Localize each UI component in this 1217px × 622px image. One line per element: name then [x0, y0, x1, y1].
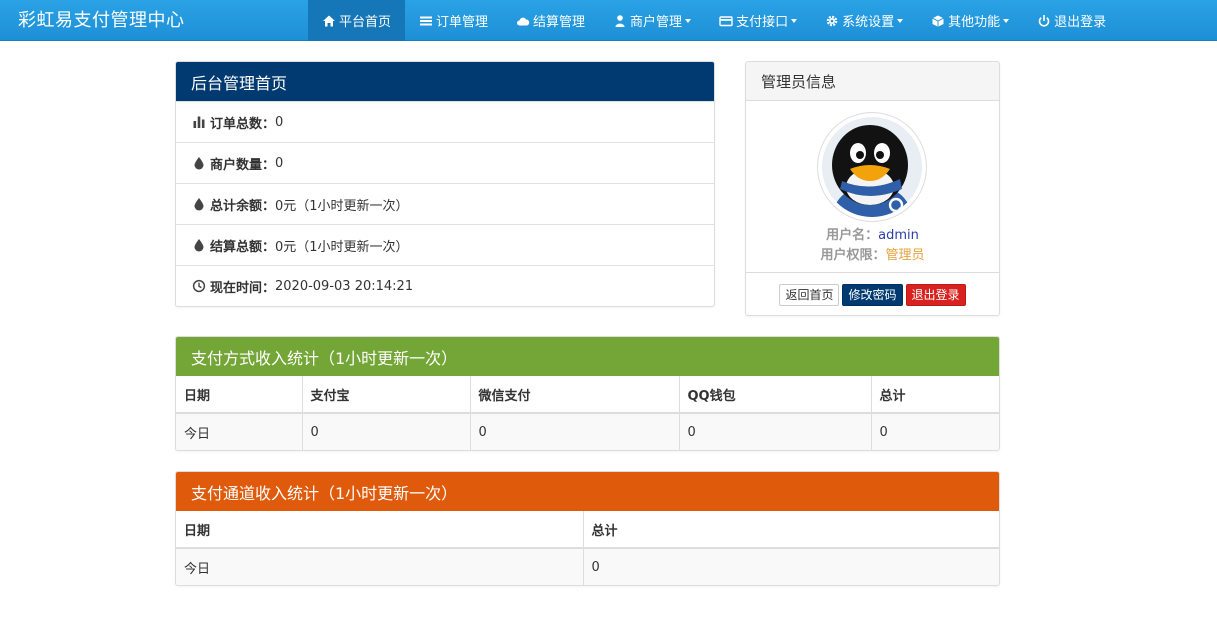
list-icon [420, 16, 433, 25]
list-item-value: 0 [275, 114, 284, 130]
change-password-button[interactable]: 修改密码 [842, 283, 903, 306]
credit-card-icon [719, 15, 733, 26]
cloud-icon [517, 17, 530, 25]
list-item-value: 2020-09-03 20:14:21 [275, 278, 414, 294]
caret-down-icon [897, 18, 904, 23]
nav-item-label: 其他功能 [948, 15, 1001, 30]
nav-item-label: 商户管理 [630, 15, 683, 30]
drop-icon [194, 239, 204, 252]
admin-panel: 管理员信息 用户名：admin 用户权限：管理员 返回首页 修改密码 退出登录 [745, 61, 1000, 316]
payment-stats-table: 日期 支付宝 微信支付 QQ钱包 总计 今日 0 0 0 0 [176, 376, 999, 450]
channel-stats-panel: 支付通道收入统计（1小时更新一次） 日期 总计 今日 0 [175, 471, 1000, 586]
list-item-value: 0元（1小时更新一次） [275, 198, 409, 214]
list-item-current-time: 现在时间： 2020-09-03 20:14:21 [176, 265, 714, 306]
payment-stats-panel: 支付方式收入统计（1小时更新一次） 日期 支付宝 微信支付 QQ钱包 总计 今日… [175, 336, 1000, 451]
list-item-total-balance: 总计余额： 0元（1小时更新一次） [176, 183, 714, 224]
home-button[interactable]: 返回首页 [779, 283, 840, 306]
table-row: 今日 0 0 0 0 [176, 413, 999, 450]
caret-down-icon [791, 18, 798, 23]
column-header: QQ钱包 [679, 376, 872, 414]
home-panel-title: 后台管理首页 [176, 62, 714, 101]
table-cell: 0 [679, 413, 872, 450]
nav-item-other[interactable]: 其他功能 [917, 0, 1023, 41]
drop-icon [194, 198, 204, 211]
stats-icon [193, 116, 205, 128]
username-label: 用户名： [826, 228, 879, 243]
nav-item-logout[interactable]: 退出登录 [1023, 0, 1120, 41]
table-cell: 0 [302, 413, 471, 450]
list-item-label: 现在时间： [210, 280, 276, 296]
clock-icon [192, 279, 206, 293]
list-item-value: 0 [275, 155, 284, 171]
column-header: 日期 [176, 511, 584, 549]
nav-item-settlement[interactable]: 结算管理 [502, 0, 599, 41]
nav-item-label: 支付接口 [736, 15, 789, 30]
user-icon [615, 14, 625, 27]
table-cell: 0 [470, 413, 680, 450]
table-row: 今日 0 [176, 548, 999, 585]
username-value: admin [878, 228, 919, 243]
brand-title[interactable]: 彩虹易支付管理中心 [18, 6, 185, 32]
nav-item-settings[interactable]: 系统设置 [811, 0, 917, 41]
role-value: 管理员 [885, 248, 925, 263]
column-header: 日期 [176, 376, 303, 414]
home-icon [323, 15, 335, 26]
column-header: 微信支付 [470, 376, 680, 414]
list-item-value: 0元（1小时更新一次） [275, 239, 409, 255]
list-item-label: 总计余额： [210, 198, 276, 214]
nav-item-label: 系统设置 [842, 15, 895, 30]
table-header-row: 日期 总计 [176, 511, 999, 549]
caret-down-icon [1003, 18, 1010, 23]
logout-button[interactable]: 退出登录 [905, 283, 966, 306]
cog-icon [826, 15, 838, 26]
payment-stats-title: 支付方式收入统计（1小时更新一次） [176, 337, 999, 376]
column-header: 支付宝 [302, 376, 471, 414]
nav-item-payment-api[interactable]: 支付接口 [705, 0, 811, 41]
table-cell: 今日 [176, 413, 303, 450]
list-item-settlement-total: 结算总额： 0元（1小时更新一次） [176, 224, 714, 265]
drop-icon [194, 157, 204, 170]
nav-item-orders[interactable]: 订单管理 [405, 0, 502, 41]
cube-icon [932, 15, 944, 27]
nav-item-label: 平台首页 [339, 15, 392, 30]
caret-down-icon [685, 18, 692, 23]
list-item-order-count: 订单总数： 0 [176, 101, 714, 142]
role-label: 用户权限： [820, 248, 886, 263]
channel-stats-table: 日期 总计 今日 0 [176, 511, 999, 585]
list-item-merchant-count: 商户数量： 0 [176, 142, 714, 183]
table-cell: 今日 [176, 548, 584, 585]
avatar [817, 112, 927, 222]
admin-actions: 返回首页 修改密码 退出登录 [746, 272, 999, 315]
table-cell: 0 [871, 413, 999, 450]
table-cell: 0 [583, 548, 999, 585]
column-header: 总计 [583, 511, 999, 549]
nav-item-merchants[interactable]: 商户管理 [599, 0, 705, 41]
navbar: 彩虹易支付管理中心 平台首页 订单管理 结算管理 商户管理 支付接口 系统设置 [0, 0, 1217, 41]
list-item-label: 结算总额： [210, 239, 276, 255]
nav-item-home[interactable]: 平台首页 [308, 0, 406, 41]
nav-item-label: 结算管理 [533, 15, 586, 30]
admin-panel-title: 管理员信息 [746, 62, 999, 101]
admin-username-line: 用户名：admin [746, 224, 999, 243]
list-item-label: 商户数量： [210, 157, 276, 173]
penguin-avatar-icon [822, 117, 922, 217]
nav-menu: 平台首页 订单管理 结算管理 商户管理 支付接口 系统设置 其他功能 退出登录 [308, 0, 1120, 41]
nav-item-label: 订单管理 [436, 15, 489, 30]
channel-stats-title: 支付通道收入统计（1小时更新一次） [176, 472, 999, 511]
nav-item-label: 退出登录 [1054, 15, 1107, 30]
power-icon [1038, 14, 1050, 27]
column-header: 总计 [871, 376, 999, 414]
table-header-row: 日期 支付宝 微信支付 QQ钱包 总计 [176, 376, 999, 414]
home-panel: 后台管理首页 订单总数： 0 商户数量： 0 总计余额： 0元（1小时更新一次）… [175, 61, 715, 307]
admin-role-line: 用户权限：管理员 [746, 244, 999, 263]
list-item-label: 订单总数： [210, 116, 276, 132]
